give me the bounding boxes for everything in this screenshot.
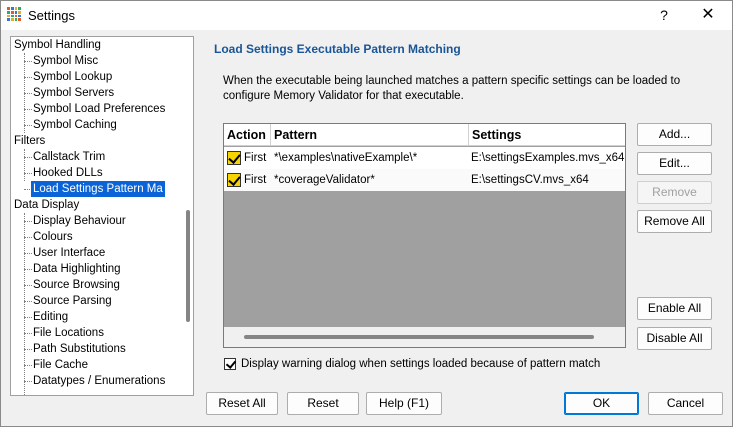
tree-item-symbol-load-preferences[interactable]: Symbol Load Preferences <box>33 101 165 117</box>
tree-connector <box>24 173 32 174</box>
row-pattern: *coverageValidator* <box>274 174 375 186</box>
column-header-action[interactable]: Action <box>224 124 271 146</box>
tree-item-symbol-lookup[interactable]: Symbol Lookup <box>33 69 112 85</box>
list-horizontal-scrollbar[interactable] <box>224 327 625 347</box>
help-button[interactable]: Help (F1) <box>366 392 442 415</box>
reset-button[interactable]: Reset <box>287 392 359 415</box>
tree-connector <box>24 317 32 318</box>
window-title: Settings <box>28 8 75 23</box>
tree-item-file-cache[interactable]: File Cache <box>33 357 88 373</box>
tree-connector <box>24 93 32 94</box>
display-warning-checkbox[interactable] <box>224 358 236 370</box>
tree-item-datatypes-enumerations[interactable]: Datatypes / Enumerations <box>33 373 165 389</box>
ok-button[interactable]: OK <box>564 392 639 415</box>
page-heading: Load Settings Executable Pattern Matchin… <box>214 42 461 56</box>
disable-all-button[interactable]: Disable All <box>637 327 712 350</box>
tree-connector <box>24 285 32 286</box>
title-bar: Settings ? ✕ <box>1 1 732 30</box>
tree-item-path-substitutions[interactable]: Path Substitutions <box>33 341 126 357</box>
column-header-pattern[interactable]: Pattern <box>271 124 469 146</box>
tree-connector <box>24 269 32 270</box>
help-icon[interactable]: ? <box>651 4 677 26</box>
settings-grid-icon <box>7 7 21 21</box>
table-row[interactable]: First *coverageValidator* E:\settingsCV.… <box>224 169 625 191</box>
settings-dialog: Settings ? ✕ Symbol Handling Symbol Misc… <box>0 0 733 427</box>
tree-item-data-highlighting[interactable]: Data Highlighting <box>33 261 121 277</box>
tree-connector <box>24 221 32 222</box>
tree-item-symbol-handling[interactable]: Symbol Handling <box>14 37 101 53</box>
pattern-list[interactable]: Action Pattern Settings First *\examples… <box>223 123 626 348</box>
tree-connector <box>24 109 32 110</box>
table-row[interactable]: First *\examples\nativeExample\* E:\sett… <box>224 147 625 169</box>
tree-item-colours[interactable]: Colours <box>33 229 73 245</box>
tree-item-user-interface[interactable]: User Interface <box>33 245 105 261</box>
tree-connector <box>24 77 32 78</box>
cancel-button[interactable]: Cancel <box>648 392 723 415</box>
tree-item-symbol-servers[interactable]: Symbol Servers <box>33 85 114 101</box>
tree-connector <box>24 365 32 366</box>
tree-connector <box>24 349 32 350</box>
tree-connector <box>24 253 32 254</box>
column-header-settings[interactable]: Settings <box>469 124 625 146</box>
tree-connector <box>24 157 32 158</box>
tree-item-editing[interactable]: Editing <box>33 309 68 325</box>
tree-item-callstack-trim[interactable]: Callstack Trim <box>33 149 105 165</box>
tree-item-symbol-misc[interactable]: Symbol Misc <box>33 53 98 69</box>
tree-item-filters[interactable]: Filters <box>14 133 45 149</box>
tree-item-file-locations[interactable]: File Locations <box>33 325 104 341</box>
tree-vertical-scroll-thumb[interactable] <box>186 210 190 322</box>
row-settings: E:\settingsExamples.mvs_x64 <box>471 152 625 164</box>
tree-connector <box>24 149 25 181</box>
remove-all-button[interactable]: Remove All <box>637 210 712 233</box>
tree-connector <box>24 333 32 334</box>
tree-item-display-behaviour[interactable]: Display Behaviour <box>33 213 126 229</box>
display-warning-label[interactable]: Display warning dialog when settings loa… <box>241 358 600 370</box>
row-pattern: *\examples\nativeExample\* <box>274 152 418 164</box>
enable-all-button[interactable]: Enable All <box>637 297 712 320</box>
remove-button[interactable]: Remove <box>637 181 712 204</box>
tree-connector <box>24 381 32 382</box>
settings-category-tree[interactable]: Symbol Handling Symbol Misc Symbol Looku… <box>10 36 194 396</box>
reset-all-button[interactable]: Reset All <box>206 392 278 415</box>
edit-button[interactable]: Edit... <box>637 152 712 175</box>
row-enabled-checkbox[interactable] <box>227 151 241 165</box>
tree-item-load-settings-pattern-matching[interactable]: Load Settings Pattern Ma <box>31 181 165 197</box>
list-horizontal-scroll-thumb[interactable] <box>244 335 594 339</box>
tree-vertical-scrollbar[interactable] <box>183 38 193 378</box>
row-action: First <box>244 152 267 164</box>
close-icon[interactable]: ✕ <box>691 4 725 26</box>
tree-connector <box>24 61 32 62</box>
list-header: Action Pattern Settings <box>224 124 625 146</box>
tree-connector <box>24 301 32 302</box>
row-action: First <box>244 174 267 186</box>
add-button[interactable]: Add... <box>637 123 712 146</box>
tree-connector <box>24 125 32 126</box>
tree-connector <box>24 213 25 395</box>
tree-item-hooked-dlls[interactable]: Hooked DLLs <box>33 165 103 181</box>
tree-item-source-parsing[interactable]: Source Parsing <box>33 293 112 309</box>
tree-item-symbol-caching[interactable]: Symbol Caching <box>33 117 117 133</box>
row-enabled-checkbox[interactable] <box>227 173 241 187</box>
tree-connector <box>24 237 32 238</box>
tree-item-data-display[interactable]: Data Display <box>14 197 79 213</box>
row-settings: E:\settingsCV.mvs_x64 <box>471 174 589 186</box>
tree-item-source-browsing[interactable]: Source Browsing <box>33 277 120 293</box>
page-description: When the executable being launched match… <box>223 75 681 102</box>
